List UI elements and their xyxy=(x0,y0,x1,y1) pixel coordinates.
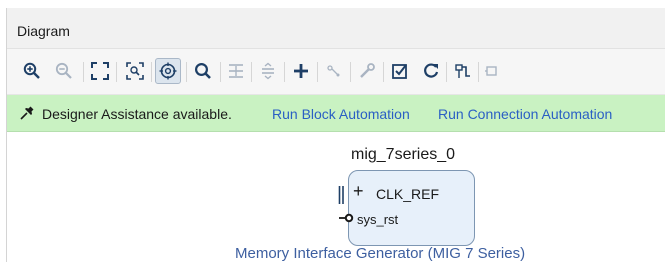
zoom-area-button[interactable] xyxy=(124,60,146,82)
partial-icon xyxy=(485,66,497,76)
diagram-panel: Diagram Designer Assistance available. R… xyxy=(6,8,665,262)
add-icon xyxy=(294,64,308,78)
wrench-icon xyxy=(360,63,375,78)
sys-rst-pin[interactable] xyxy=(339,213,355,223)
zoom-in-icon xyxy=(23,62,40,79)
zoom-area-icon xyxy=(126,62,144,80)
toolbar-separator xyxy=(446,62,447,82)
diagram-toolbar xyxy=(7,49,665,95)
mig-ip-block[interactable] xyxy=(348,170,475,246)
run-connection-automation-link[interactable]: Run Connection Automation xyxy=(438,106,612,122)
zoom-out-icon xyxy=(55,62,72,79)
panel-title: Diagram xyxy=(17,23,70,39)
add-ip-button[interactable] xyxy=(290,60,312,82)
toolbar-separator xyxy=(350,62,351,82)
auto-fit-selection-button[interactable] xyxy=(155,58,181,84)
toolbar-separator xyxy=(116,62,117,82)
zoom-in-button[interactable] xyxy=(21,60,43,82)
make-connection-button[interactable] xyxy=(323,60,345,82)
assistance-message: Designer Assistance available. xyxy=(42,106,232,122)
toolbar-separator xyxy=(478,62,479,82)
ip-block-caption: Memory Interface Generator (MIG 7 Series… xyxy=(235,245,526,262)
customize-block-button[interactable] xyxy=(356,60,378,82)
connection-icon xyxy=(327,65,340,77)
routing-icon xyxy=(455,64,470,78)
validate-design-button[interactable] xyxy=(389,60,411,82)
more-button[interactable] xyxy=(481,60,503,82)
collapse-all-icon xyxy=(229,64,243,78)
search-button[interactable] xyxy=(192,60,214,82)
search-icon xyxy=(194,62,211,79)
toolbar-separator xyxy=(220,62,221,82)
auto-fit-selection-icon xyxy=(159,62,177,80)
regenerate-layout-button[interactable] xyxy=(420,60,442,82)
optimize-routing-button[interactable] xyxy=(452,60,474,82)
refresh-icon xyxy=(424,63,439,78)
pin-icon xyxy=(20,106,34,120)
zoom-fit-icon xyxy=(91,62,109,80)
designer-assistance-bar: Designer Assistance available. Run Block… xyxy=(7,95,665,132)
toolbar-separator xyxy=(284,62,285,82)
sys-rst-pin-label: sys_rst xyxy=(357,212,399,227)
zoom-out-button[interactable] xyxy=(53,60,75,82)
expand-all-icon xyxy=(262,62,274,80)
toolbar-separator xyxy=(151,62,152,82)
toolbar-separator xyxy=(383,62,384,82)
collapse-all-button[interactable] xyxy=(225,60,247,82)
zoom-fit-button[interactable] xyxy=(89,60,111,82)
expand-all-button[interactable] xyxy=(257,60,279,82)
clk-ref-pin-label: CLK_REF xyxy=(376,186,440,202)
run-block-automation-link[interactable]: Run Block Automation xyxy=(272,106,410,122)
ip-instance-name: mig_7series_0 xyxy=(351,146,456,163)
clk-ref-bus-pin[interactable] xyxy=(338,186,345,204)
toolbar-separator xyxy=(251,62,252,82)
toolbar-separator xyxy=(83,62,84,82)
checkbox-icon xyxy=(392,64,407,79)
expand-interface-icon[interactable]: + xyxy=(353,182,364,200)
panel-title-bar: Diagram xyxy=(7,8,665,49)
toolbar-separator xyxy=(186,62,187,82)
toolbar-separator xyxy=(317,62,318,82)
